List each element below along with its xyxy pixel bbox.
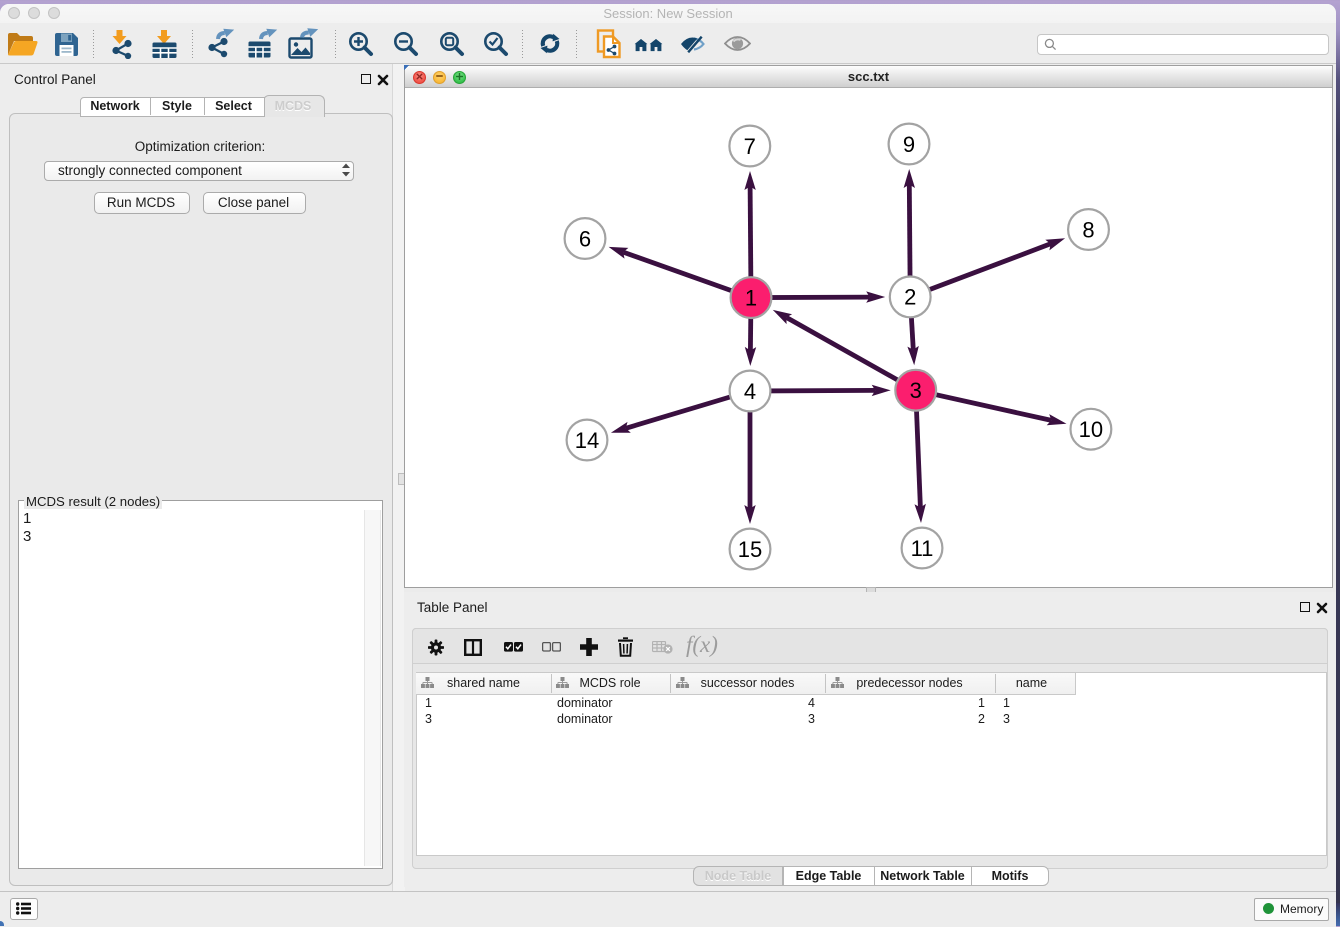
svg-text:15: 15 <box>738 537 762 562</box>
svg-text:4: 4 <box>744 379 756 404</box>
svg-text:14: 14 <box>575 428 599 453</box>
svg-text:9: 9 <box>903 132 915 157</box>
svg-text:10: 10 <box>1079 417 1103 442</box>
svg-text:8: 8 <box>1082 217 1094 242</box>
svg-text:11: 11 <box>911 536 934 561</box>
svg-text:7: 7 <box>744 134 756 159</box>
svg-text:6: 6 <box>579 226 591 251</box>
svg-text:3: 3 <box>910 378 922 403</box>
svg-text:2: 2 <box>904 285 916 310</box>
svg-text:1: 1 <box>745 285 757 310</box>
